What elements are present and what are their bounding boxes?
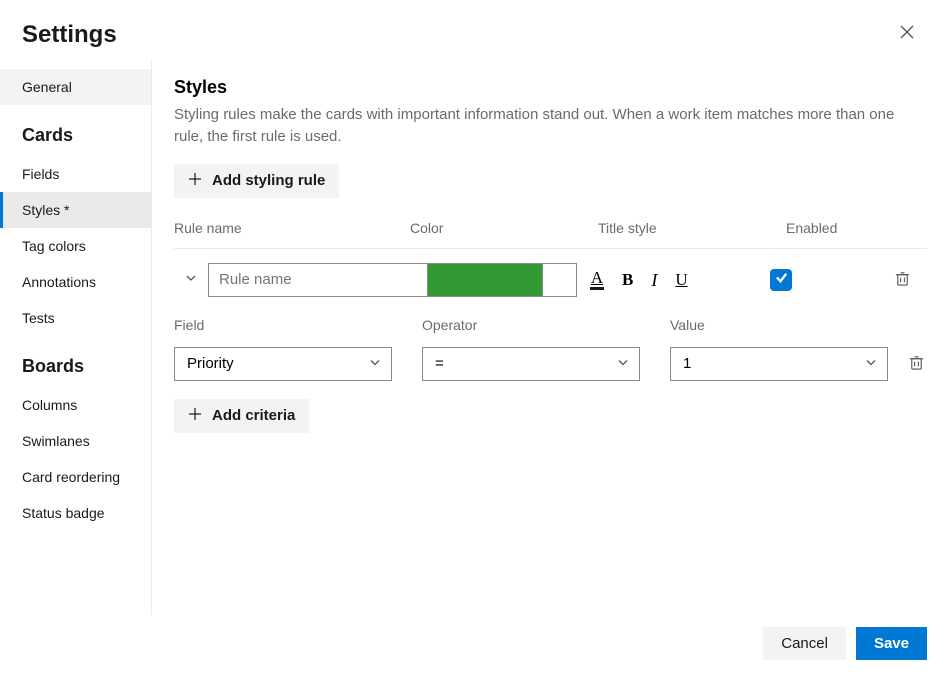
sidebar-item-swimlanes[interactable]: Swimlanes [0,423,151,459]
trash-icon [894,275,911,290]
delete-criteria-button[interactable] [904,350,928,378]
chevron-down-icon [185,271,197,289]
main-panel: Styles Styling rules make the cards with… [152,61,949,615]
field-select[interactable]: Priority [174,347,392,381]
plus-icon [188,407,202,425]
color-swatch [428,264,542,296]
enabled-cell [762,269,882,291]
col-field: Field [174,317,422,333]
operator-select-value: = [435,355,444,372]
close-button[interactable] [893,18,921,51]
field-select-value: Priority [187,355,234,372]
plus-icon [188,172,202,190]
sidebar-group-cards: Cards [0,105,151,156]
sidebar-item-tag-colors[interactable]: Tag colors [0,228,151,264]
sidebar-item-general[interactable]: General [0,69,151,105]
sidebar-item-styles[interactable]: Styles * [0,192,151,228]
sidebar-item-annotations[interactable]: Annotations [0,264,151,300]
col-color: Color [410,220,598,236]
sidebar-item-status-badge[interactable]: Status badge [0,495,151,531]
sidebar-item-columns[interactable]: Columns [0,387,151,423]
dialog-footer: Cancel Save [0,613,949,674]
value-select[interactable]: 1 [670,347,888,381]
font-color-button[interactable]: A [588,267,606,292]
enabled-checkbox[interactable] [770,269,792,291]
bold-button[interactable]: B [620,269,635,290]
sidebar-item-tests[interactable]: Tests [0,300,151,336]
italic-button[interactable]: I [649,269,659,291]
criteria-column-headers: Field Operator Value [174,311,927,347]
expand-rule-toggle[interactable] [174,271,208,289]
dialog-title: Settings [22,21,117,49]
font-color-icon: A [590,269,604,290]
color-picker[interactable] [427,263,577,297]
dialog-body: General Cards Fields Styles * Tag colors… [0,61,949,615]
delete-rule-button[interactable] [882,266,922,294]
add-styling-rule-button[interactable]: Add styling rule [174,164,339,198]
chevron-down-icon [865,355,877,372]
add-criteria-label: Add criteria [212,407,295,424]
criteria-row: Priority = 1 [174,347,927,381]
add-criteria-button[interactable]: Add criteria [174,399,309,433]
sidebar-item-fields[interactable]: Fields [0,156,151,192]
title-style-group: A B I U [582,267,762,292]
col-enabled: Enabled [786,220,886,236]
panel-title: Styles [174,77,927,98]
chevron-down-icon [617,355,629,372]
save-button[interactable]: Save [856,627,927,660]
sidebar: General Cards Fields Styles * Tag colors… [0,61,152,615]
col-value: Value [670,317,888,333]
sidebar-item-card-reordering[interactable]: Card reordering [0,459,151,495]
color-picker-dropdown[interactable] [542,264,576,296]
add-styling-rule-label: Add styling rule [212,172,325,189]
chevron-down-icon [369,355,381,372]
trash-icon [908,359,925,374]
checkmark-icon [775,271,788,289]
rule-name-color-group [208,263,582,297]
rule-column-headers: Rule name Color Title style Enabled [174,198,927,249]
rule-name-input[interactable] [208,263,428,297]
col-rule-name: Rule name [174,220,410,236]
operator-select[interactable]: = [422,347,640,381]
sidebar-group-boards: Boards [0,336,151,387]
col-operator: Operator [422,317,670,333]
underline-button[interactable]: U [673,269,689,290]
col-title-style: Title style [598,220,786,236]
panel-description: Styling rules make the cards with import… [174,104,927,148]
rule-row: A B I U [174,249,927,311]
dialog-header: Settings [0,0,949,61]
value-select-value: 1 [683,355,691,372]
cancel-button[interactable]: Cancel [763,627,846,660]
close-icon [899,27,915,44]
